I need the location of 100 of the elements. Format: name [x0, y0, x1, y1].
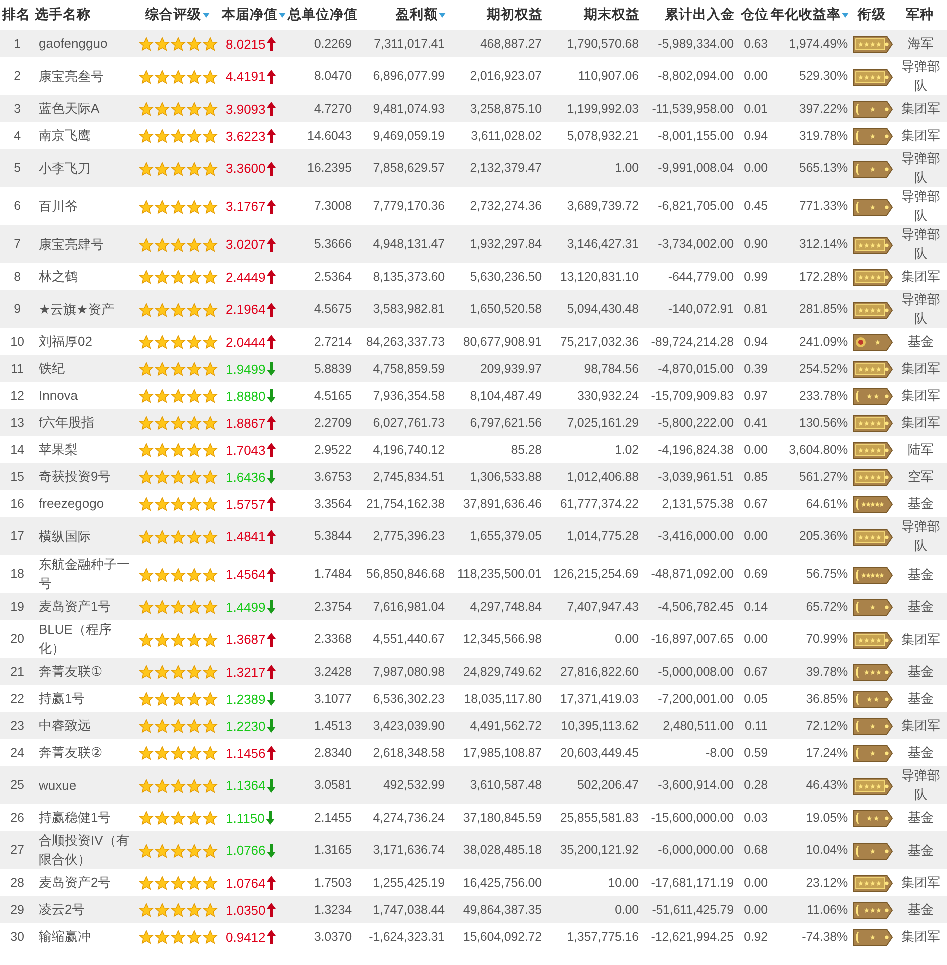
branch-label: 导弹部队: [901, 188, 941, 225]
branch-label: 基金: [907, 495, 935, 513]
net-deposit-value: -3,734,002.00: [658, 237, 734, 251]
position-value: 0.63: [744, 36, 768, 50]
unit-nav-value: 5.3666: [314, 237, 352, 251]
unit-nav-value: 2.1455: [314, 810, 352, 824]
closing-equity-value: 7,025,161.29: [567, 416, 639, 430]
position-value: 0.85: [744, 470, 768, 484]
branch-label: 集团军: [901, 874, 941, 892]
closing-equity-value: 5,094,430.48: [567, 302, 639, 316]
player-name: 持赢1号: [39, 691, 86, 706]
closing-equity-value: 25,855,581.83: [560, 810, 639, 824]
rank-number: 17: [10, 529, 24, 543]
annual-return-value: 23.12%: [806, 876, 848, 890]
net-deposit-value: -48,871,092.00: [651, 567, 734, 581]
unit-nav-value: 2.3368: [314, 632, 352, 646]
closing-equity-value: 1.02: [615, 442, 639, 456]
nav-value: 1.5757: [226, 496, 266, 514]
branch-label: 基金: [907, 598, 935, 616]
branch-label: 导弹部队: [901, 291, 941, 328]
closing-equity-value: 1,199,992.03: [567, 102, 639, 116]
annual-return-value: 565.13%: [799, 161, 848, 175]
player-name: 输缩赢冲: [39, 929, 91, 944]
profit-value: 6,536,302.23: [373, 692, 445, 706]
profit-value: 3,423,039.90: [373, 718, 445, 732]
branch-label: 集团军: [901, 387, 941, 405]
column-header: 累计出入金: [665, 7, 735, 22]
unit-nav-value: 4.5165: [314, 388, 352, 402]
branch-label: 导弹部队: [901, 518, 941, 555]
closing-equity-value: 75,217,032.36: [560, 334, 639, 348]
net-deposit-value: -7,200,001.00: [658, 692, 734, 706]
column-header: 期末权益: [584, 7, 640, 22]
column-header[interactable]: 综合评级: [146, 6, 202, 24]
position-value: 0.41: [744, 416, 768, 430]
rank-number: 21: [10, 664, 24, 678]
closing-equity-value: 0.00: [615, 902, 639, 916]
column-header[interactable]: 盈利额: [396, 6, 438, 24]
opening-equity-value: 1,650,520.58: [470, 302, 542, 316]
player-name: 小李飞刀: [39, 160, 91, 176]
profit-value: 7,779,170.36: [373, 199, 445, 213]
unit-nav-value: 3.3564: [314, 496, 352, 510]
opening-equity-value: 1,655,379.05: [470, 529, 542, 543]
nav-value: 1.4564: [226, 566, 266, 584]
player-name: 林之鹤: [39, 269, 78, 284]
branch-label: 基金: [907, 663, 935, 681]
player-name: 奔菁友联①: [39, 664, 103, 679]
profit-value: 492,532.99: [383, 778, 445, 792]
closing-equity-value: 10.00: [608, 876, 639, 890]
profit-value: 8,135,373.60: [373, 270, 445, 284]
annual-return-value: 46.43%: [806, 778, 848, 792]
player-name: 奇获投资9号: [39, 469, 112, 484]
position-value: 0.14: [744, 600, 768, 614]
rank-number: 16: [10, 496, 24, 510]
position-value: 0.11: [744, 718, 768, 732]
column-header: 期初权益: [487, 7, 543, 22]
position-value: 0.00: [744, 69, 768, 83]
nav-value: 2.0444: [226, 334, 266, 352]
nav-value: 1.7043: [226, 442, 266, 460]
rank-number: 25: [10, 778, 24, 792]
branch-label: 集团军: [901, 928, 941, 946]
opening-equity-value: 6,797,621.56: [470, 416, 542, 430]
position-value: 0.69: [744, 567, 768, 581]
unit-nav-value: 4.5675: [314, 302, 352, 316]
column-header[interactable]: 年化收益率: [771, 6, 841, 24]
opening-equity-value: 3,610,587.48: [470, 778, 542, 792]
net-deposit-value: -3,039,961.51: [658, 470, 734, 484]
profit-value: 1,255,425.19: [373, 876, 445, 890]
nav-value: 2.4449: [226, 268, 266, 287]
opening-equity-value: 24,829,749.62: [463, 664, 542, 678]
position-value: 0.68: [744, 843, 768, 857]
unit-nav-value: 14.6043: [308, 128, 352, 142]
branch-label: 导弹部队: [901, 58, 941, 95]
profit-value: 3,171,636.74: [373, 843, 445, 857]
player-name: 中睿致远: [39, 718, 91, 733]
opening-equity-value: 38,028,485.18: [463, 843, 542, 857]
rank-number: 3: [14, 102, 21, 116]
rank-number: 8: [14, 270, 21, 284]
annual-return-value: 233.78%: [799, 388, 848, 402]
position-value: 0.92: [744, 930, 768, 944]
player-name: freezegogo: [39, 496, 104, 511]
annual-return-value: 10.04%: [806, 843, 848, 857]
annual-return-value: 64.61%: [806, 496, 848, 510]
branch-label: 导弹部队: [901, 767, 941, 804]
profit-value: 9,469,059.19: [373, 128, 445, 142]
net-deposit-value: -15,709,909.83: [651, 388, 734, 402]
column-header: 衔级: [858, 7, 886, 22]
branch-label: 海军: [907, 35, 935, 53]
unit-nav-value: 2.9522: [314, 442, 352, 456]
unit-nav-value: 1.4513: [314, 718, 352, 732]
column-header[interactable]: 本届净值: [222, 6, 278, 24]
rank-number: 30: [10, 930, 24, 944]
opening-equity-value: 15,604,092.72: [463, 930, 542, 944]
branch-label: 基金: [907, 333, 935, 351]
opening-equity-value: 209,939.97: [480, 362, 542, 376]
nav-value: 3.9093: [226, 100, 266, 119]
unit-nav-value: 8.0470: [314, 69, 352, 83]
nav-value: 8.0215: [226, 36, 266, 54]
rank-number: 7: [14, 237, 21, 251]
rank-number: 14: [10, 442, 24, 456]
closing-equity-value: 502,206.47: [577, 778, 639, 792]
